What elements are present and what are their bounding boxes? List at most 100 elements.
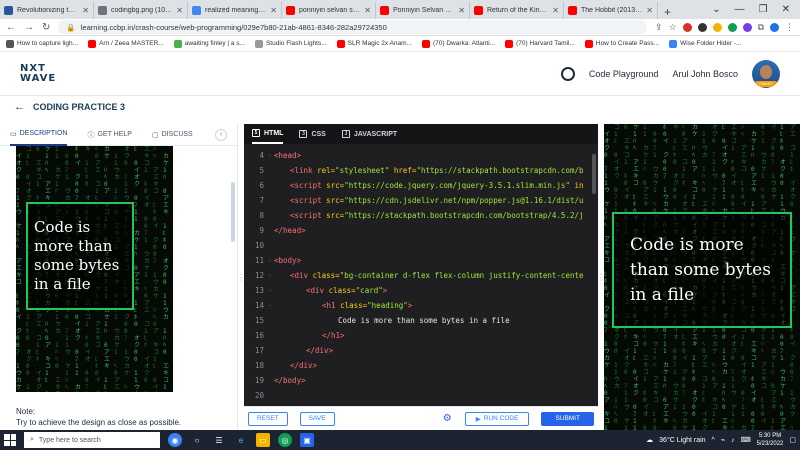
volume-icon[interactable]: ♪ bbox=[731, 437, 735, 444]
code-area[interactable]: 4- <head> 5 <link rel="stylesheet" href="ht… bbox=[244, 148, 598, 402]
star-icon[interactable]: ☆ bbox=[668, 22, 676, 33]
tab-search-icon[interactable]: ⌄ bbox=[712, 4, 720, 15]
collapse-panel-button[interactable]: ‹ bbox=[215, 128, 227, 141]
tab-get-help[interactable]: ⓘ GET HELP bbox=[87, 124, 132, 146]
photos-icon[interactable]: ▣ bbox=[300, 433, 314, 447]
cortana-icon[interactable]: ◉ bbox=[168, 433, 182, 447]
notifications-icon[interactable]: ▢ bbox=[789, 436, 796, 444]
browser-tab[interactable]: codingbg.png (1080× ✕ bbox=[94, 2, 188, 19]
js-icon: J bbox=[341, 130, 350, 138]
tab-close-icon[interactable]: ✕ bbox=[364, 6, 371, 15]
puzzle-icon[interactable]: ⧉ bbox=[758, 22, 764, 33]
new-tab-button[interactable]: + bbox=[658, 5, 677, 19]
browser-tab[interactable]: ponniyin selvan story ✕ bbox=[282, 2, 376, 19]
windows-taskbar: ⌕ Type here to search ◉ ○ ☰ e ▭ ◎ ▣ ☁ 36… bbox=[0, 430, 800, 450]
tab-description[interactable]: ▭ DESCRIPTION bbox=[10, 124, 68, 146]
windows-start-icon[interactable] bbox=[4, 434, 16, 446]
bookmark-item[interactable]: Arn / Zeea MASTER... bbox=[88, 39, 164, 48]
line-number: 20 bbox=[254, 391, 264, 400]
browser-tab[interactable]: Revolutionizing the w ✕ bbox=[0, 2, 94, 19]
extension-icon[interactable] bbox=[727, 22, 737, 32]
output-card: Code is more than some bytes in a file bbox=[26, 202, 134, 310]
bookmark-item[interactable]: (70) Dwarka: Atlanti... bbox=[421, 39, 495, 48]
extension-icon[interactable] bbox=[712, 22, 722, 32]
weather-text[interactable]: 36°C Light rain bbox=[659, 437, 705, 444]
editor-scrollbar[interactable] bbox=[592, 154, 596, 194]
browser-tab[interactable]: realized meaning in t ✕ bbox=[188, 2, 282, 19]
bookmark-favicon-icon bbox=[421, 39, 430, 48]
tab-close-icon[interactable]: ✕ bbox=[270, 6, 277, 15]
extension-icon[interactable] bbox=[697, 22, 707, 32]
bookmark-item[interactable]: Studio Flash Lights... bbox=[254, 39, 327, 48]
url-field[interactable]: 🔒 learning.ccbp.in/crash-course/web-prog… bbox=[58, 20, 647, 34]
bookmark-item[interactable]: How to capture ligh... bbox=[6, 39, 78, 48]
logo-line1: NXT bbox=[20, 62, 46, 74]
menu-dots-icon[interactable]: ⋮ bbox=[785, 22, 794, 33]
line-number: 15 bbox=[254, 316, 264, 325]
code-text: <head> bbox=[274, 151, 302, 160]
tab-javascript[interactable]: J JAVASCRIPT bbox=[341, 124, 398, 144]
left-tabs: ▭ DESCRIPTION ⓘ GET HELP ▢ DISCUSS ‹ bbox=[0, 124, 237, 146]
clock-date: 5/23/2022 bbox=[756, 441, 784, 447]
chrome-icon[interactable]: ◎ bbox=[278, 433, 292, 447]
task-view-icon[interactable]: ○ bbox=[190, 433, 204, 447]
gear-icon[interactable]: ⚙ bbox=[443, 413, 453, 424]
run-code-button[interactable]: ▶ RUN CODE bbox=[464, 411, 530, 426]
nxtwave-logo[interactable]: NXT WAVE bbox=[20, 62, 56, 84]
tab-close-icon[interactable]: ✕ bbox=[82, 6, 89, 15]
network-icon[interactable]: ⌁ bbox=[721, 436, 725, 444]
profile-icon[interactable] bbox=[770, 22, 779, 32]
editor-footer: RESET SAVE ⚙ ▶ RUN CODE SUBMIT bbox=[244, 406, 598, 430]
browser-tab[interactable]: Ponniyin Selvan Part 1 ✕ bbox=[376, 2, 470, 19]
tab-close-icon[interactable]: ✕ bbox=[646, 6, 653, 15]
reset-button[interactable]: RESET bbox=[248, 411, 288, 426]
matrix-rain-column: イ オ ク 0 ﾌ 1 1 ウ ケ 1 ﾊ ﾍ ア エ キ コ ﾋ ﾎ 0 イ … bbox=[16, 153, 23, 391]
clock[interactable]: 5:30 PM 5/23/2022 bbox=[757, 432, 784, 448]
back-arrow-icon[interactable]: ← bbox=[14, 101, 25, 113]
bookmark-item[interactable]: Wise Folder Hider -... bbox=[669, 39, 742, 48]
tab-close-icon[interactable]: ✕ bbox=[176, 6, 183, 15]
tab-close-icon[interactable]: ✕ bbox=[458, 6, 465, 15]
extension-icon[interactable] bbox=[742, 22, 752, 32]
reload-icon[interactable]: ↻ bbox=[42, 22, 50, 33]
tab-title: ponniyin selvan story bbox=[299, 7, 361, 14]
language-icon[interactable]: ⌨ bbox=[741, 436, 751, 444]
bookmark-item[interactable]: SLR Magic 2x Anam... bbox=[336, 39, 412, 48]
save-button[interactable]: SAVE bbox=[299, 411, 335, 426]
browser-tab[interactable]: The Hobbit (2013) - P ✕ bbox=[564, 2, 658, 19]
forward-icon[interactable]: → bbox=[24, 22, 34, 33]
tray-chevron-icon[interactable]: ^ bbox=[712, 437, 715, 444]
tab-title: realized meaning in t bbox=[205, 7, 267, 14]
close-icon[interactable]: ✕ bbox=[782, 4, 790, 15]
description-scrollbar[interactable] bbox=[231, 182, 235, 242]
tab-discuss[interactable]: ▢ DISCUSS bbox=[152, 124, 193, 146]
widgets-icon[interactable]: ☰ bbox=[212, 433, 226, 447]
line-number: 7 bbox=[259, 196, 264, 205]
line-number: 6 bbox=[259, 181, 264, 190]
taskbar-search[interactable]: ⌕ Type here to search bbox=[24, 432, 160, 448]
code-line: 7 <script src="https://cdn.jsdelivr.net/n… bbox=[244, 193, 598, 208]
code-text: </body> bbox=[274, 376, 306, 385]
restore-icon[interactable]: ❐ bbox=[759, 4, 768, 15]
tab-html[interactable]: 5 HTML bbox=[252, 124, 284, 144]
tab-close-icon[interactable]: ✕ bbox=[552, 6, 559, 15]
file-explorer-icon[interactable]: ▭ bbox=[256, 433, 270, 447]
timer-icon[interactable] bbox=[560, 66, 575, 81]
edge-icon[interactable]: e bbox=[234, 433, 248, 447]
share-icon[interactable]: ⇪ bbox=[655, 22, 663, 33]
browser-tab[interactable]: Return of the King: Th ✕ bbox=[470, 2, 564, 19]
bookmark-item[interactable]: How to Create Pass... bbox=[584, 39, 659, 48]
tab-javascript-label: JAVASCRIPT bbox=[353, 130, 398, 138]
bookmark-item[interactable]: (70) Harvard Tamil... bbox=[505, 39, 575, 48]
submit-button[interactable]: SUBMIT bbox=[541, 411, 594, 426]
extension-icon[interactable] bbox=[682, 22, 692, 32]
avatar[interactable]: SMART bbox=[752, 59, 780, 88]
code-text: <div class="bg-container d-flex flex-col… bbox=[290, 271, 584, 280]
tab-css[interactable]: 3 CSS bbox=[299, 124, 326, 144]
bookmark-item[interactable]: awaiting finley | a s... bbox=[173, 39, 245, 48]
book-icon: ▭ bbox=[10, 130, 17, 138]
code-playground-link[interactable]: Code Playground bbox=[589, 69, 659, 79]
weather-icon[interactable]: ☁ bbox=[646, 436, 653, 444]
minimize-icon[interactable]: — bbox=[735, 4, 745, 15]
back-icon[interactable]: ← bbox=[6, 22, 16, 33]
